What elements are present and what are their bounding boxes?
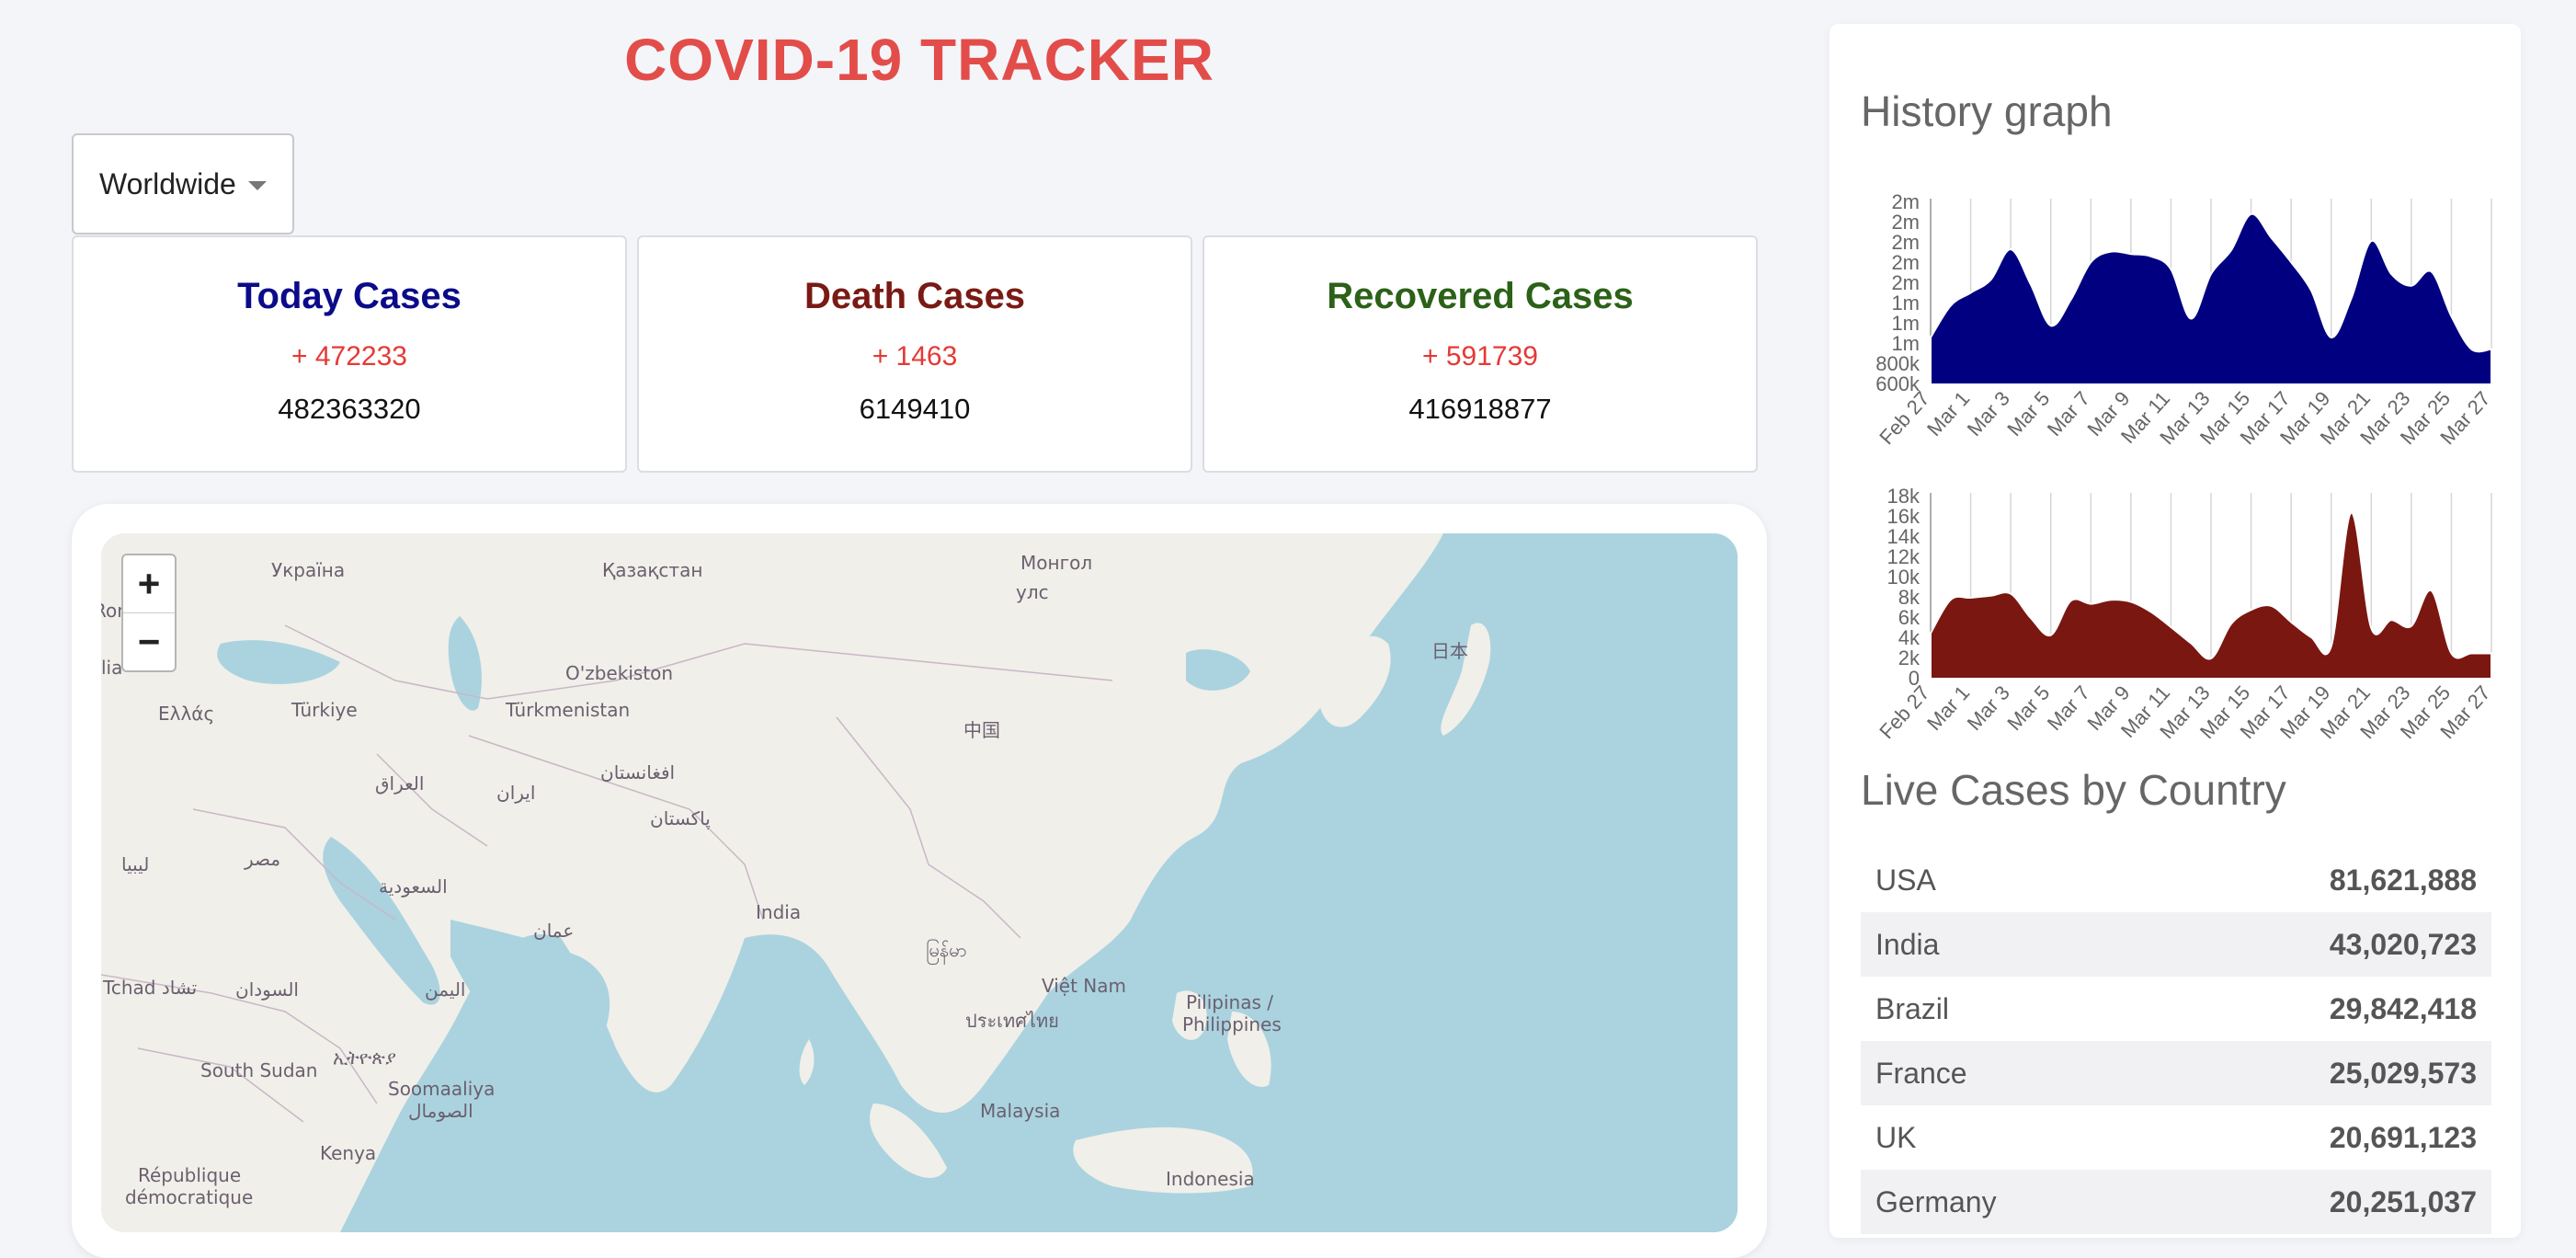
map-label: Kenya bbox=[320, 1142, 377, 1164]
map-label: ประเทศไทย bbox=[965, 1010, 1059, 1032]
x-tick-label: Mar 7 bbox=[2043, 387, 2094, 441]
death-cases-total: 6149410 bbox=[859, 393, 971, 425]
x-tick-label: Mar 5 bbox=[2002, 387, 2054, 441]
map-label: ایران bbox=[496, 782, 536, 804]
map-label: South Sudan bbox=[200, 1059, 318, 1081]
map-label: السودان bbox=[235, 978, 299, 1001]
map-label: Việt Nam bbox=[1042, 975, 1127, 997]
map-label: улс bbox=[1016, 581, 1049, 603]
map-label: lia bbox=[101, 657, 123, 679]
map-label: العراق bbox=[375, 772, 425, 795]
recovered-cases-title: Recovered Cases bbox=[1327, 276, 1634, 316]
map-label: پاکستان bbox=[650, 807, 711, 829]
table-row[interactable]: Germany 20,251,037 bbox=[1861, 1170, 2491, 1234]
table-row[interactable]: India 43,020,723 bbox=[1861, 912, 2491, 977]
map-label: Malaysia bbox=[980, 1100, 1061, 1122]
map-label: Tchad تشاد bbox=[103, 977, 198, 999]
recovered-cases-card[interactable]: Recovered Cases + 591739 416918877 bbox=[1203, 235, 1758, 473]
sidebar-panel: History graph 2m 2m 2m 2m 2m 1m 1m 1m 800k 600k Fe… bbox=[1829, 24, 2521, 1238]
map-label: démocratique bbox=[125, 1186, 254, 1208]
zoom-in-button[interactable]: + bbox=[123, 555, 175, 613]
recovered-cases-delta: + 591739 bbox=[1422, 341, 1538, 372]
map-label: اليمن bbox=[425, 978, 466, 1001]
map-label: Україна bbox=[271, 559, 346, 581]
zoom-control: + − bbox=[121, 554, 177, 672]
cases-history-chart: 2m2m2m2m2m1m1m1m800k600kFeb 27Mar 1Mar 3… bbox=[1875, 190, 2494, 450]
death-cases-delta: + 1463 bbox=[872, 341, 958, 372]
x-tick-label: Mar 7 bbox=[2043, 681, 2094, 736]
map-label: Türkiye bbox=[291, 699, 358, 721]
live-cases-title: Live Cases by Country bbox=[1861, 766, 2286, 814]
zoom-out-button[interactable]: − bbox=[123, 613, 175, 670]
map-label: السعودية bbox=[379, 875, 448, 898]
today-cases-title: Today Cases bbox=[237, 276, 462, 316]
chevron-down-icon bbox=[248, 181, 267, 190]
map-label: مصر bbox=[245, 848, 281, 870]
map-label: ليبيا bbox=[121, 853, 150, 875]
map-land bbox=[101, 533, 1738, 1232]
x-tick-label: Mar 1 bbox=[1922, 387, 1974, 441]
map-label: Pilipinas / bbox=[1186, 991, 1273, 1013]
map-label: Indonesia bbox=[1166, 1168, 1255, 1190]
today-cases-total: 482363320 bbox=[278, 393, 421, 425]
map-label: Türkmenistan bbox=[506, 699, 631, 721]
recovered-cases-total: 416918877 bbox=[1408, 393, 1552, 425]
map-label: Philippines bbox=[1182, 1013, 1282, 1035]
x-tick-label: Mar 3 bbox=[1963, 387, 2014, 441]
country-name: Brazil bbox=[1875, 991, 1950, 1025]
map-label: عمان bbox=[533, 920, 575, 942]
country-cases: 20,691,123 bbox=[2329, 1120, 2477, 1154]
country-name: USA bbox=[1875, 863, 1936, 897]
country-select[interactable]: Worldwide bbox=[72, 133, 294, 234]
table-row[interactable]: Brazil 29,842,418 bbox=[1861, 977, 2491, 1041]
history-graph-title: History graph bbox=[1861, 87, 2113, 135]
map-label: India bbox=[756, 901, 802, 923]
country-name: India bbox=[1875, 927, 1940, 961]
x-tick-label: Feb 27 bbox=[1875, 681, 1933, 744]
map-label: 中国 bbox=[963, 719, 1000, 741]
today-cases-delta: + 472233 bbox=[291, 341, 407, 372]
live-cases-table: USA 81,621,888 India 43,020,723 Brazil 29,8… bbox=[1861, 848, 2491, 1234]
table-row[interactable]: USA 81,621,888 bbox=[1861, 848, 2491, 912]
table-row[interactable]: UK 20,691,123 bbox=[1861, 1105, 2491, 1170]
app-title: COVID-19 TRACKER bbox=[624, 27, 1214, 93]
deaths-history-chart: 18k16k14k12k10k8k6k4k2k0Feb 27Mar 1Mar 3… bbox=[1875, 485, 2494, 744]
country-cases: 43,020,723 bbox=[2329, 927, 2477, 961]
country-cases: 25,029,573 bbox=[2329, 1056, 2477, 1090]
table-row[interactable]: France 25,029,573 bbox=[1861, 1041, 2491, 1105]
map-label: ኢትዮጵያ bbox=[333, 1046, 396, 1069]
death-cases-card[interactable]: Death Cases + 1463 6149410 bbox=[637, 235, 1192, 473]
country-name: France bbox=[1875, 1056, 1967, 1090]
death-cases-title: Death Cases bbox=[804, 276, 1026, 316]
map-container: Україна Қазақстан Монгол улс România O'z… bbox=[72, 504, 1767, 1258]
country-name: UK bbox=[1875, 1120, 1917, 1154]
map-label: الصومال bbox=[408, 1100, 473, 1122]
map-label: Ελλάς bbox=[158, 703, 215, 725]
map-label: افغانستان bbox=[600, 761, 676, 783]
x-tick-label: Feb 27 bbox=[1875, 387, 1933, 450]
today-cases-card[interactable]: Today Cases + 472233 482363320 bbox=[72, 235, 627, 473]
country-cases: 29,842,418 bbox=[2329, 991, 2477, 1025]
x-tick-label: Mar 1 bbox=[1922, 681, 1974, 736]
map-label: République bbox=[138, 1164, 242, 1186]
country-select-value: Worldwide bbox=[99, 166, 236, 200]
map-label: မြန်မာ bbox=[926, 939, 967, 961]
map-label: O'zbekiston bbox=[565, 662, 674, 684]
country-cases: 81,621,888 bbox=[2329, 863, 2477, 897]
x-tick-label: Mar 5 bbox=[2002, 681, 2054, 736]
x-tick-label: Mar 3 bbox=[1963, 681, 2014, 736]
map-label: Soomaaliya bbox=[388, 1078, 496, 1100]
map-label: Қазақстан bbox=[602, 559, 703, 581]
world-map[interactable]: Україна Қазақстан Монгол улс România O'z… bbox=[101, 533, 1738, 1232]
map-label: 日本 bbox=[1431, 640, 1468, 662]
map-label: Монгол bbox=[1020, 552, 1093, 574]
